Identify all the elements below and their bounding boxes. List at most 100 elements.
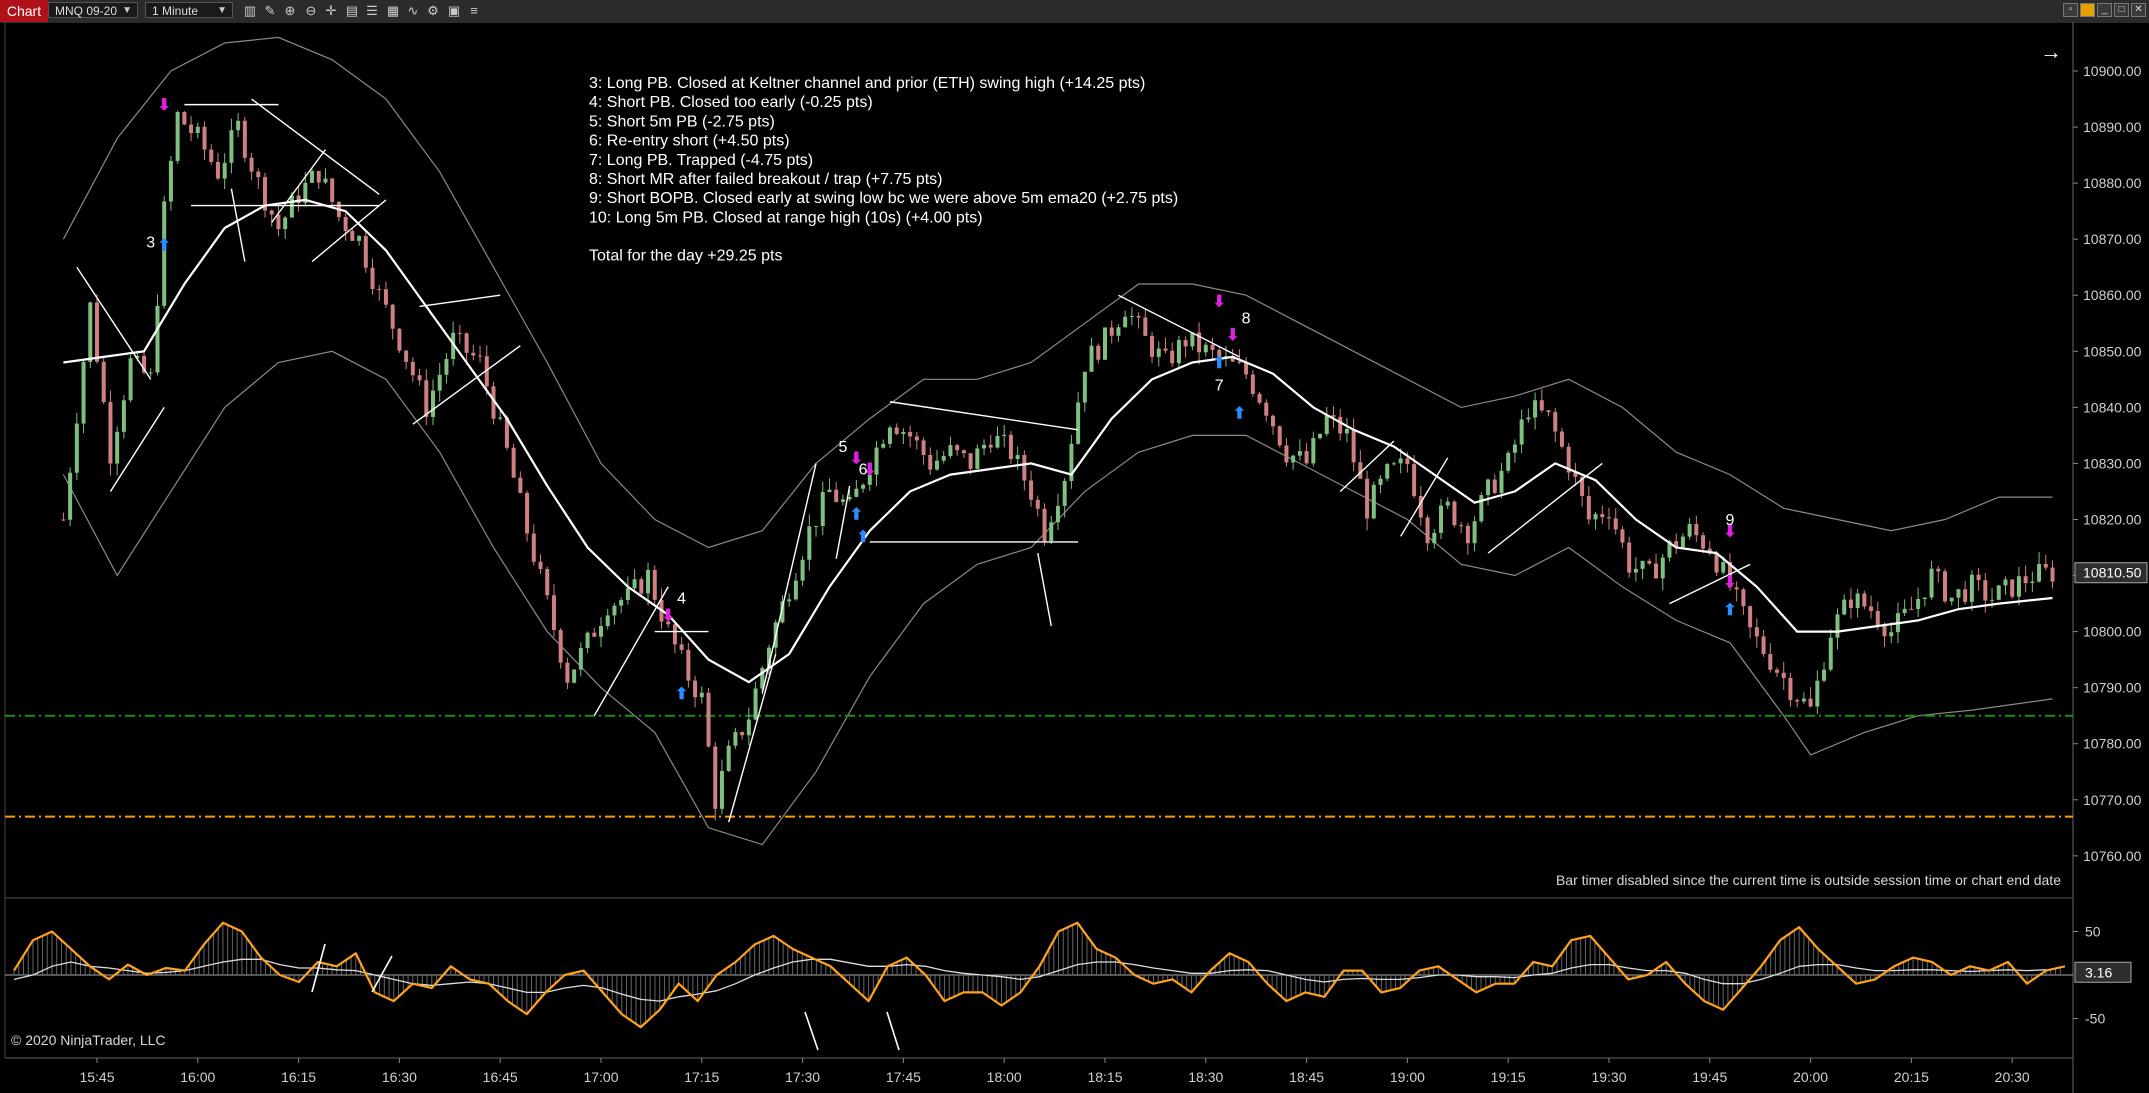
trade-number-label: 4 <box>677 591 686 608</box>
pin-icon[interactable] <box>2080 3 2095 17</box>
osc-last-value-label: 3.16 <box>2085 964 2112 980</box>
trade-number-label: 8 <box>1242 310 1251 327</box>
time-tick-label: 19:00 <box>1390 1069 1425 1085</box>
indicators-icon[interactable]: ∿ <box>405 3 421 19</box>
time-tick-label: 17:45 <box>886 1069 921 1085</box>
note-line: 6: Re-entry short (+4.50 pts) <box>589 133 790 150</box>
price-tick-label: 10870.00 <box>2083 231 2142 247</box>
price-tick-label: 10830.00 <box>2083 455 2142 471</box>
candle <box>95 294 99 364</box>
note-line: 10: Long 5m PB. Closed at range high (10… <box>589 209 983 226</box>
note-line: 8: Short MR after failed breakout / trap… <box>589 171 943 188</box>
candle <box>545 566 550 600</box>
short-entry-arrow-icon: ⬇ <box>1723 574 1736 591</box>
minimize-icon[interactable]: _ <box>2097 3 2112 17</box>
total-for-day: Total for the day +29.25 pts <box>589 248 782 265</box>
candle <box>108 390 113 476</box>
time-tick-label: 16:00 <box>180 1069 215 1085</box>
candle <box>1277 425 1282 448</box>
long-entry-arrow-icon: ⬆ <box>850 506 863 523</box>
note-line: 5: Short 5m PB (-2.75 pts) <box>589 113 775 130</box>
chart-area[interactable]: ⬇⬇⬇⬇⬇⬇⬇⬇⬆⬆⬆⬆⬆⬆⬆ 3456789 50-503.16 10900.… <box>0 22 2149 1093</box>
time-tick-label: 17:15 <box>684 1069 719 1085</box>
candle <box>81 358 86 434</box>
candle <box>706 687 711 748</box>
chevron-down-icon: ▼ <box>217 5 227 16</box>
time-tick-label: 17:00 <box>583 1069 618 1085</box>
snapshot-icon[interactable]: ▣ <box>446 3 462 19</box>
candle <box>155 294 160 376</box>
trade-number-label: 7 <box>1215 378 1224 395</box>
bar-type-icon[interactable]: ▥ <box>242 3 258 19</box>
note-line: 9: Short BOPB. Closed early at swing low… <box>589 190 1178 207</box>
candle <box>1479 492 1484 524</box>
long-entry-arrow-icon: ⬆ <box>157 237 170 254</box>
time-tick-label: 16:30 <box>382 1069 417 1085</box>
long-entry-arrow-icon: ⬆ <box>1233 406 1246 423</box>
candle <box>511 443 516 478</box>
copyright: © 2020 NinjaTrader, LLC <box>11 1032 166 1048</box>
restore-icon[interactable]: ▫ <box>2063 3 2078 17</box>
interval-value: 1 Minute <box>152 4 199 18</box>
time-tick-label: 18:45 <box>1289 1069 1324 1085</box>
time-tick-label: 18:30 <box>1188 1069 1223 1085</box>
candle <box>182 110 187 126</box>
price-tick-label: 10880.00 <box>2083 175 2142 191</box>
time-tick-label: 19:30 <box>1591 1069 1626 1085</box>
candle <box>101 355 106 405</box>
toolbar: Chart MNQ 09-20 ▼ 1 Minute ▼ ▥ ✎ ⊕ ⊖ ✛ ▤… <box>0 0 2149 23</box>
candle <box>68 467 73 526</box>
price-tick-label: 10900.00 <box>2083 63 2142 79</box>
candle <box>128 354 133 403</box>
short-entry-arrow-icon: ⬇ <box>661 607 674 624</box>
price-tick-label: 10850.00 <box>2083 343 2142 359</box>
strategies-icon[interactable]: ⚙ <box>425 3 441 19</box>
time-tick-label: 20:30 <box>1995 1069 2030 1085</box>
candle <box>242 116 247 163</box>
price-tick-label: 10780.00 <box>2083 736 2142 752</box>
candle <box>639 576 644 596</box>
time-tick-label: 17:30 <box>785 1069 820 1085</box>
time-tick-label: 18:00 <box>987 1069 1022 1085</box>
price-tick-label: 10770.00 <box>2083 792 2142 808</box>
time-tick-label: 16:15 <box>281 1069 316 1085</box>
note-line: 7: Long PB. Trapped (-4.75 pts) <box>589 152 813 169</box>
candle <box>652 565 657 604</box>
price-tick-label: 10760.00 <box>2083 848 2142 864</box>
maximize-icon[interactable]: □ <box>2114 3 2129 17</box>
candle <box>363 230 368 273</box>
draw-icon[interactable]: ✎ <box>262 3 278 19</box>
interval-selector[interactable]: 1 Minute ▼ <box>145 2 233 18</box>
candle <box>558 627 563 669</box>
time-tick-label: 16:45 <box>483 1069 518 1085</box>
properties-icon[interactable]: ☰ <box>364 3 380 19</box>
price-tick-label: 10890.00 <box>2083 119 2142 135</box>
close-icon[interactable]: ✕ <box>2131 3 2146 17</box>
instrument-selector[interactable]: MNQ 09-20 ▼ <box>48 2 138 18</box>
candle <box>175 110 180 164</box>
time-tick-label: 20:15 <box>1894 1069 1929 1085</box>
osc-tick-label: 50 <box>2085 924 2101 940</box>
time-tick-label: 19:45 <box>1692 1069 1727 1085</box>
candle <box>330 177 335 206</box>
short-entry-arrow-icon: ⬇ <box>1226 327 1239 344</box>
candle <box>713 741 718 821</box>
show-list-icon[interactable]: ≡ <box>466 3 482 19</box>
candle <box>2010 579 2015 599</box>
time-tick-label: 15:45 <box>79 1069 114 1085</box>
candle <box>1008 431 1013 464</box>
note-line: 3: Long PB. Closed at Keltner channel an… <box>589 75 1145 92</box>
bar-timer-message: Bar timer disabled since the current tim… <box>1556 872 2061 888</box>
short-entry-arrow-icon: ⬇ <box>157 97 170 114</box>
candle <box>1627 536 1632 578</box>
zoom-in-icon[interactable]: ⊕ <box>282 3 298 19</box>
price-tick-label: 10840.00 <box>2083 399 2142 415</box>
zoom-out-icon[interactable]: ⊖ <box>303 3 319 19</box>
arrow-right-icon[interactable]: → <box>2040 39 2062 64</box>
candle <box>1452 500 1457 528</box>
crosshair-icon[interactable]: ✛ <box>323 3 339 19</box>
chart-tab[interactable]: Chart <box>0 0 48 22</box>
price-tick-label: 10800.00 <box>2083 624 2142 640</box>
data-box-icon[interactable]: ▤ <box>344 3 360 19</box>
templates-icon[interactable]: ▦ <box>385 3 401 19</box>
